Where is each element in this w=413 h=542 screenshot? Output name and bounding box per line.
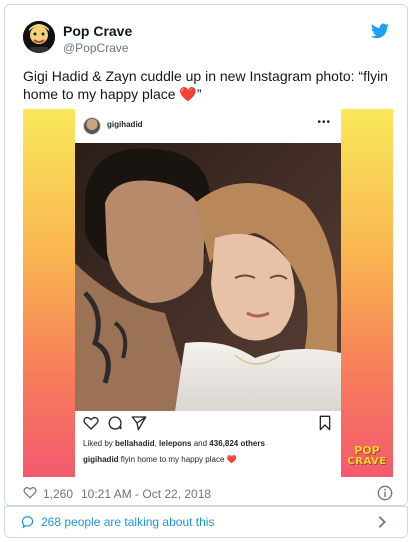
tweet-card: Pop Crave @PopCrave Gigi Hadid & Zayn cu…	[4, 4, 408, 506]
instagram-actions	[75, 415, 341, 433]
tweet-meta: 1,260 10:21 AM - Oct 22, 2018	[23, 485, 393, 503]
info-icon[interactable]	[377, 485, 393, 501]
watermark-line-1: POP	[354, 444, 380, 457]
instagram-more-icon: •••	[317, 117, 331, 128]
instagram-post: gigihadid ••• Liked by bellahadid, lelep…	[75, 109, 341, 477]
like-heart-icon[interactable]	[23, 486, 37, 499]
caption-heart-emoji: ❤️	[226, 455, 237, 464]
author-name[interactable]: Pop Crave	[63, 23, 132, 39]
likes-user-2[interactable]: lelepons	[159, 439, 191, 448]
instagram-bookmark-icon[interactable]	[317, 415, 333, 431]
instagram-heart-icon[interactable]	[83, 415, 99, 431]
talking-about-link[interactable]: 268 people are talking about this	[4, 506, 408, 538]
tweet-text-end: ”	[196, 86, 202, 102]
instagram-username: gigihadid	[107, 120, 143, 129]
like-count[interactable]: 1,260	[43, 487, 73, 501]
instagram-likes: Liked by bellahadid, lelepons and 436,82…	[83, 439, 265, 448]
instagram-caption: gigihadid flyin home to my happy place ❤…	[83, 455, 237, 464]
tweet-media[interactable]: gigihadid ••• Liked by bellahadid, lelep…	[23, 109, 393, 477]
likes-user-1[interactable]: bellahadid	[115, 439, 155, 448]
tweet-timestamp[interactable]: 10:21 AM - Oct 22, 2018	[81, 487, 211, 501]
tweet-text: Gigi Hadid & Zayn cuddle up in new Insta…	[23, 67, 393, 103]
tweet-text-body: Gigi Hadid & Zayn cuddle up in new Insta…	[23, 68, 388, 102]
chevron-right-icon[interactable]	[377, 515, 387, 529]
talking-about-text[interactable]: 268 people are talking about this	[41, 515, 214, 529]
instagram-comment-icon[interactable]	[107, 415, 123, 431]
instagram-share-icon[interactable]	[131, 415, 147, 431]
likes-and: and	[191, 439, 210, 448]
caption-user[interactable]: gigihadid	[83, 455, 119, 464]
tweet-heart-emoji: ❤️	[179, 86, 197, 102]
instagram-header: gigihadid •••	[75, 109, 341, 143]
caption-text: flyin home to my happy place	[118, 455, 227, 464]
twitter-bird-icon[interactable]	[371, 23, 389, 39]
couple-photo	[75, 143, 341, 411]
pop-crave-watermark: POP CRAVE	[345, 445, 389, 473]
author-avatar[interactable]	[23, 21, 55, 53]
watermark-line-2: CRAVE	[347, 456, 387, 467]
author-handle[interactable]: @PopCrave	[63, 41, 129, 55]
likes-count: 436,824 others	[209, 439, 265, 448]
instagram-photo	[75, 143, 341, 411]
speech-bubble-icon	[21, 516, 34, 529]
instagram-avatar	[83, 117, 101, 135]
likes-prefix: Liked by	[83, 439, 116, 448]
